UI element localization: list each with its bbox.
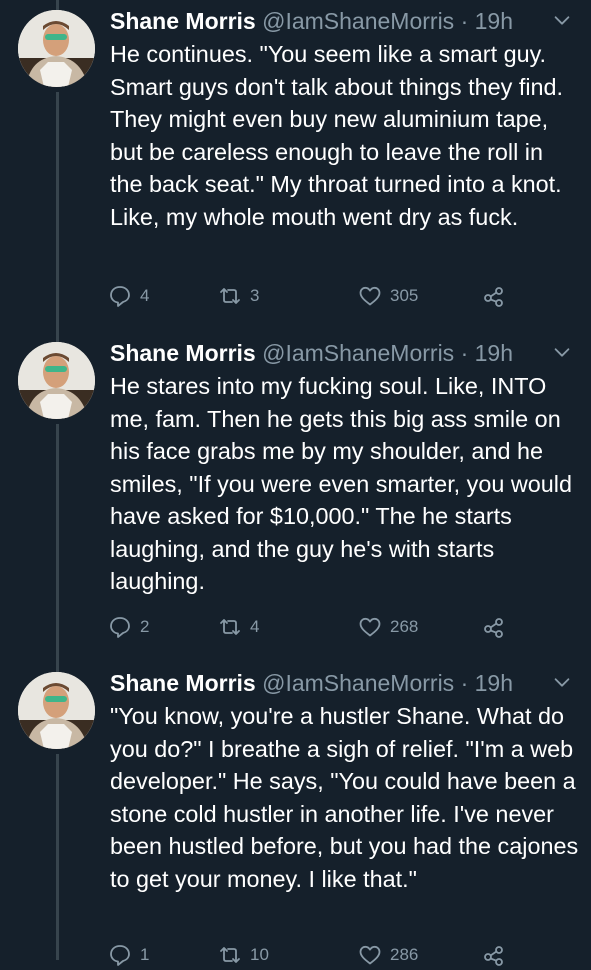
reply-icon	[110, 617, 130, 638]
tweet-actions: 2 4 268	[108, 612, 528, 642]
reply-icon	[110, 945, 130, 966]
reply-count: 2	[140, 617, 150, 636]
author-handle[interactable]: @IamShaneMorris	[262, 670, 454, 696]
retweet-count: 4	[250, 617, 260, 636]
like-button[interactable]: 305	[358, 281, 418, 311]
separator: ·	[460, 670, 469, 696]
like-count: 268	[390, 617, 419, 636]
author-name[interactable]: Shane Morris	[110, 8, 256, 34]
avatar[interactable]	[18, 672, 95, 749]
retweet-count: 3	[250, 286, 260, 305]
tweet-header: Shane Morris @IamShaneMorris · 19h	[110, 667, 579, 699]
tweet-header: Shane Morris @IamShaneMorris · 19h	[110, 337, 579, 369]
tweet-text: He continues. "You seem like a smart guy…	[110, 41, 564, 230]
reply-count: 4	[140, 286, 150, 305]
tweet[interactable]: Shane Morris @IamShaneMorris · 19h "You …	[0, 662, 591, 966]
chevron-down-icon[interactable]	[551, 671, 573, 693]
tweet[interactable]: Shane Morris @IamShaneMorris · 19h He st…	[0, 332, 591, 662]
retweet-button[interactable]: 10	[218, 940, 269, 970]
separator: ·	[460, 340, 469, 366]
reply-button[interactable]: 2	[108, 612, 149, 642]
author-name[interactable]: Shane Morris	[110, 670, 256, 696]
reply-icon	[110, 286, 130, 307]
like-count: 305	[390, 286, 419, 305]
share-button[interactable]	[482, 940, 506, 970]
retweet-button[interactable]: 3	[218, 281, 259, 311]
share-button[interactable]	[482, 612, 506, 642]
reply-button[interactable]: 1	[108, 940, 149, 970]
separator: ·	[460, 8, 469, 34]
tweet-text: "You know, you're a hustler Shane. What …	[110, 703, 579, 892]
timestamp[interactable]: 19h	[475, 670, 513, 696]
avatar[interactable]	[18, 342, 95, 419]
avatar[interactable]	[18, 10, 95, 87]
retweet-icon	[220, 947, 240, 963]
share-button[interactable]	[482, 281, 506, 311]
like-button[interactable]: 286	[358, 940, 418, 970]
tweet-header: Shane Morris @IamShaneMorris · 19h	[110, 5, 579, 37]
like-count: 286	[390, 945, 419, 964]
share-icon	[484, 618, 503, 638]
author-handle[interactable]: @IamShaneMorris	[262, 8, 454, 34]
chevron-down-icon[interactable]	[551, 341, 573, 363]
heart-icon	[359, 945, 381, 965]
share-icon	[484, 287, 503, 307]
share-icon	[484, 946, 503, 966]
tweet-actions: 1 10 286	[108, 940, 528, 970]
heart-icon	[359, 286, 381, 306]
timestamp[interactable]: 19h	[475, 340, 513, 366]
timestamp[interactable]: 19h	[475, 8, 513, 34]
retweet-icon	[220, 288, 240, 304]
tweet-text: He stares into my fucking soul. Like, IN…	[110, 373, 573, 594]
retweet-button[interactable]: 4	[218, 612, 259, 642]
heart-icon	[359, 617, 381, 637]
reply-button[interactable]: 4	[108, 281, 149, 311]
like-button[interactable]: 268	[358, 612, 418, 642]
chevron-down-icon[interactable]	[551, 9, 573, 31]
retweet-count: 10	[250, 945, 269, 964]
retweet-icon	[220, 619, 240, 635]
author-handle[interactable]: @IamShaneMorris	[262, 340, 454, 366]
tweet[interactable]: Shane Morris @IamShaneMorris · 19h He co…	[0, 0, 591, 330]
reply-count: 1	[140, 945, 150, 964]
author-name[interactable]: Shane Morris	[110, 340, 256, 366]
tweet-actions: 4 3 305	[108, 281, 528, 311]
